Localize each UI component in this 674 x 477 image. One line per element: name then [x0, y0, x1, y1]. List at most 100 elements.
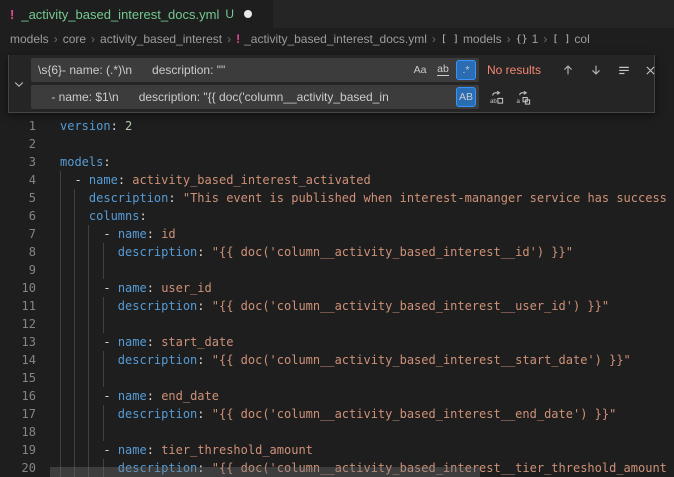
token: - [103, 389, 117, 403]
code-line-1[interactable]: version: 2 [60, 117, 667, 135]
line-number: 11 [0, 297, 36, 315]
breadcrumb-item-activity_based_interest[interactable]: activity_based_interest [100, 32, 222, 46]
token: name [118, 443, 147, 457]
token [205, 353, 212, 367]
breadcrumb: models › core › activity_based_interest › !_ac… [0, 28, 674, 50]
code-line-19[interactable]: - name: tier_threshold_amount [60, 441, 667, 459]
token: name [118, 281, 147, 295]
code-line-7[interactable]: - name: id [60, 225, 667, 243]
breadcrumb-separator-icon: › [543, 32, 547, 46]
line-number: 18 [0, 423, 36, 441]
code-line-14[interactable]: description: "{{ doc('column__activity_b… [60, 351, 667, 369]
token: name [118, 389, 147, 403]
line-number: 12 [0, 315, 36, 333]
token: : [111, 119, 118, 133]
token: description [89, 191, 168, 205]
code-line-13[interactable]: - name: start_date [60, 333, 667, 351]
token: name [89, 173, 118, 187]
token: : [197, 353, 204, 367]
regex-option[interactable]: .* [456, 60, 476, 80]
token [60, 353, 118, 367]
preserve-case-option[interactable]: AB [456, 87, 476, 107]
replace-all-button[interactable]: a [512, 86, 534, 108]
code-line-11[interactable]: description: "{{ doc('column__activity_b… [60, 297, 667, 315]
breadcrumb-item-_activity_based_interest_docs.yml[interactable]: !_activity_based_interest_docs.yml [236, 32, 427, 46]
tab-active-file[interactable]: ! _activity_based_interest_docs.yml U [0, 0, 273, 28]
replace-all-icon: a [516, 90, 531, 105]
token: description [118, 299, 197, 313]
token: description [118, 245, 197, 259]
previous-match-button[interactable] [557, 59, 579, 81]
breadcrumb-item-1[interactable]: {} 1 [516, 32, 539, 46]
code-line-6[interactable]: columns: [60, 207, 667, 225]
find-in-selection-button[interactable] [613, 59, 635, 81]
breadcrumb-item-models[interactable]: [ ]models [441, 32, 502, 46]
token: - [103, 443, 117, 457]
breadcrumb-separator-icon: › [227, 32, 231, 46]
token: : [197, 299, 204, 313]
token [176, 191, 183, 205]
line-number: 7 [0, 225, 36, 243]
code-line-16[interactable]: - name: end_date [60, 387, 667, 405]
find-results-status: No results [487, 58, 541, 82]
unsaved-changes-dot-icon[interactable] [244, 10, 252, 18]
token: 2 [125, 119, 132, 133]
whole-word-option[interactable]: ab [433, 60, 453, 80]
token: : [168, 191, 175, 205]
line-number: 9 [0, 261, 36, 279]
code-line-10[interactable]: - name: user_id [60, 279, 667, 297]
breadcrumb-label: activity_based_interest [100, 32, 222, 46]
token: id [161, 227, 175, 241]
line-number: 15 [0, 369, 36, 387]
close-find-widget-button[interactable] [639, 59, 661, 81]
breadcrumb-item-col[interactable]: [ ]col [552, 32, 589, 46]
code-line-9[interactable] [60, 261, 667, 279]
replace-input[interactable] [31, 85, 479, 109]
editor-pane[interactable]: 1234567891011121314151617181920 version:… [0, 50, 674, 477]
breadcrumb-separator-icon: › [507, 32, 511, 46]
chevron-down-icon [13, 78, 25, 90]
code-line-3[interactable]: models: [60, 153, 667, 171]
token [60, 407, 118, 421]
selection-lines-icon [617, 63, 631, 77]
arrow-down-icon [589, 63, 603, 77]
breadcrumb-item-core[interactable]: core [63, 32, 86, 46]
breadcrumb-item-models[interactable]: models [10, 32, 49, 46]
whole-word-label: ab [437, 65, 449, 76]
token [60, 299, 118, 313]
yaml-file-icon: ! [10, 7, 14, 22]
token: "{{ doc('column__activity_based_interest… [212, 299, 609, 313]
token: : [147, 443, 154, 457]
match-case-option[interactable]: Aa [410, 60, 430, 80]
toggle-replace-button[interactable] [9, 55, 29, 112]
breadcrumb-separator-icon: › [54, 32, 58, 46]
code-line-12[interactable] [60, 315, 667, 333]
token: - [103, 335, 117, 349]
line-number: 20 [0, 459, 36, 477]
symbol-object-icon: {} [516, 34, 528, 45]
token [205, 407, 212, 421]
code-line-4[interactable]: - name: activity_based_interest_activate… [60, 171, 667, 189]
code-line-17[interactable]: description: "{{ doc('column__activity_b… [60, 405, 667, 423]
code-line-15[interactable] [60, 369, 667, 387]
code-line-8[interactable]: description: "{{ doc('column__activity_b… [60, 243, 667, 261]
line-number: 17 [0, 405, 36, 423]
token [60, 281, 103, 295]
line-number: 10 [0, 279, 36, 297]
code-line-18[interactable] [60, 423, 667, 441]
token [60, 245, 118, 259]
code-content: version: 2 models: - name: activity_based… [60, 117, 667, 477]
replace-button[interactable]: ab [485, 86, 507, 108]
horizontal-scrollbar[interactable] [50, 467, 480, 477]
code-line-2[interactable] [60, 135, 667, 153]
line-number-gutter: 1234567891011121314151617181920 [0, 117, 36, 477]
token [60, 227, 103, 241]
token [60, 191, 89, 205]
next-match-button[interactable] [585, 59, 607, 81]
breadcrumb-label: core [63, 32, 86, 46]
token [60, 209, 89, 223]
token [60, 335, 103, 349]
code-line-5[interactable]: description: "This event is published wh… [60, 189, 667, 207]
breadcrumb-label: 1 [532, 32, 539, 46]
tab-title: _activity_based_interest_docs.yml [21, 7, 219, 22]
